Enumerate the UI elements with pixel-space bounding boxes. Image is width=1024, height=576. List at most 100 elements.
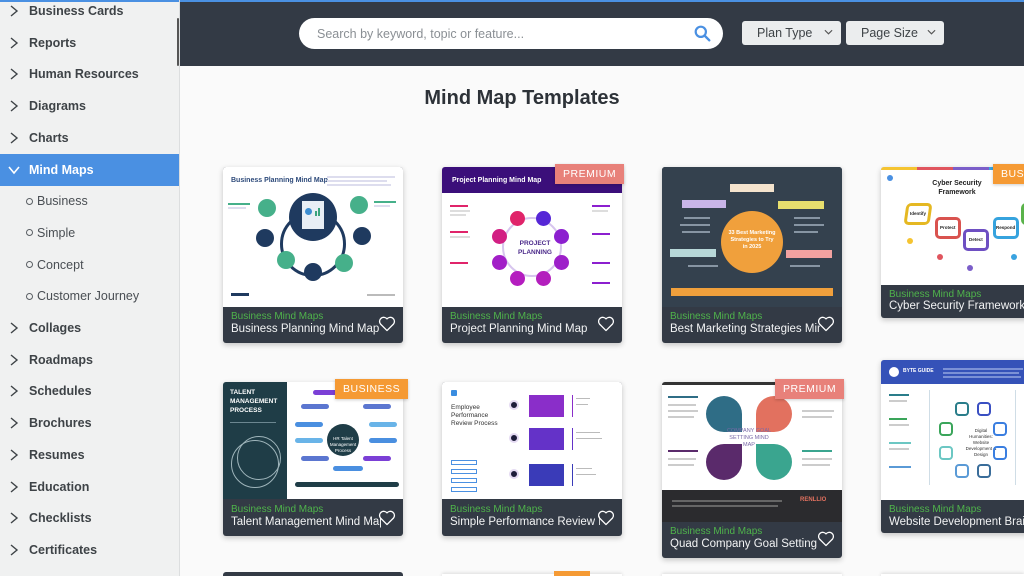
page-title: Mind Map Templates [424,87,620,109]
thumbnail-node-label: Detect [969,237,983,242]
thumbnail-title: Employee Performance Review Process [451,404,498,427]
sidebar-subitem-concept[interactable]: Concept [0,249,179,281]
template-title: Website Development Brainst... [889,516,1024,528]
sidebar-item-roadmaps[interactable]: Roadmaps [0,344,179,376]
sidebar-item-label: Education [29,479,90,494]
thumbnail-center-text: HR Talent Management Process [329,436,357,453]
sidebar-item-diagrams[interactable]: Diagrams [0,90,179,122]
sidebar-subitem-label: Customer Journey [37,289,140,304]
sidebar-item-label: Charts [29,130,69,145]
template-card[interactable]: Cyber Security Framework Identify Protec… [881,164,1024,318]
template-thumbnail: 33 Best Marketing Strategies to Try in 2… [662,167,842,307]
sidebar-item-label: Schedules [29,384,92,399]
sidebar-item-label: Reports [29,35,77,50]
circle-bullet-icon [26,292,33,300]
template-category: Business Mind Maps [889,504,982,515]
chevron-right-icon [0,449,28,461]
sidebar: Business Cards Reports Human Resources Diag… [0,0,180,576]
sidebar-item-human-resources[interactable]: Human Resources [0,58,179,90]
thumbnail-brand: RENLLIO [800,497,827,503]
sidebar-item-education[interactable]: Education [0,471,179,503]
sidebar-subitem-simple[interactable]: Simple [0,217,179,249]
sidebar-item-certificates[interactable]: Certificates [0,534,179,566]
sidebar-item-resumes[interactable]: Resumes [0,439,179,471]
heart-icon[interactable] [378,510,396,526]
chevron-down-icon [0,165,28,175]
sidebar-item-brochures[interactable]: Brochures [0,407,179,439]
template-title: Best Marketing Strategies Min... [670,323,820,335]
template-category: Business Mind Maps [231,504,324,515]
sidebar-item-label: Resumes [29,447,85,462]
sidebar-subitem-label: Concept [37,257,84,272]
chevron-right-icon [0,480,28,493]
thumbnail-center-text: PROJECT PLANNING [518,240,552,256]
page-size-dropdown[interactable]: Page Size [846,21,944,45]
chevron-right-icon [0,417,28,429]
heart-icon[interactable] [597,316,615,332]
sidebar-item-label: Collages [29,321,82,335]
template-title: Talent Management Mind Map [231,516,381,528]
thumbnail-center-text: 33 Best Marketing Strategies to Try in 2… [728,230,776,250]
search-bar[interactable] [299,18,723,49]
sidebar-item-label: Diagrams [29,99,86,114]
template-thumbnail: Cyber Security Framework Identify Protec… [881,167,1024,285]
business-badge-partial [554,571,590,576]
chevron-right-icon [0,5,28,17]
template-category: Business Mind Maps [450,504,543,515]
template-category: Business Mind Maps [670,526,763,537]
thumbnail-brand: BYTE GUIDE [903,368,934,374]
template-thumbnail: Business Planning Mind Map [223,167,403,307]
heart-icon[interactable] [378,316,396,332]
chevron-right-icon [0,385,28,397]
template-title: Simple Performance Review M... [450,516,600,528]
search-header: Plan Type Page Size [180,0,1024,66]
sidebar-subitem-customer-journey[interactable]: Customer Journey [0,280,179,312]
sidebar-item-schedules[interactable]: Schedules [0,375,179,407]
thumbnail-title: Business Planning Mind Map [231,177,328,184]
thumbnail-node-label: Respond [996,225,1016,230]
template-card[interactable]: COMPANY GOAL SETTING MIND MAP RENLLIO PR… [662,379,845,558]
template-card[interactable]: Business Planning Mind Map Business Mind… [223,167,403,343]
sidebar-item-label: Human Resources [29,67,139,82]
template-category: Business Mind Maps [670,311,763,322]
sidebar-item-checklists[interactable]: Checklists [0,502,179,534]
search-icon[interactable] [694,25,711,42]
thumbnail-title: Cyber Security Framework [932,180,982,196]
sidebar-item-business-cards[interactable]: Business Cards [0,0,179,27]
sidebar-item-mind-maps[interactable]: Mind Maps [0,153,179,186]
sidebar-item-reports[interactable]: Reports [0,27,179,59]
template-gallery: Mind Map Templates Business Planning Min… [180,66,1024,576]
premium-badge: PREMIUM [555,164,625,184]
template-card-partial[interactable] [223,572,403,576]
circle-bullet-icon [26,261,33,269]
template-card[interactable]: BYTE GUIDE Digital Humanities: Website D… [881,360,1024,533]
template-card[interactable]: 33 Best Marketing Strategies to Try in 2… [662,167,842,343]
template-category: Business Mind Maps [231,311,324,322]
heart-icon[interactable] [817,316,835,332]
thumbnail-title: TALENT MANAGEMENT PROCESS [230,389,278,414]
template-thumbnail: Employee Performance Review Process [442,382,622,499]
business-badge: BUSINESS [993,164,1024,184]
template-thumbnail: Project Planning Mind Map PROJECT PLANNI… [442,167,622,307]
sidebar-subitem-label: Business [37,194,88,209]
sidebar-item-charts[interactable]: Charts [0,122,179,154]
plan-type-label: Plan Type [757,26,813,40]
chevron-right-icon [0,354,28,366]
sidebar-item-label: Roadmaps [29,352,93,367]
template-card[interactable]: TALENT MANAGEMENT PROCESS HR Talent Mana… [223,379,409,536]
sidebar-item-collages[interactable]: Collages [0,312,179,344]
template-card[interactable]: Project Planning Mind Map PROJECT PLANNI… [442,164,625,343]
template-title: Quad Company Goal Setting ... [670,538,820,550]
search-input[interactable] [317,26,687,41]
thumbnail-title: Project Planning Mind Map [452,177,542,184]
template-card[interactable]: Employee Performance Review Process Busi… [442,382,622,536]
sidebar-subitem-business[interactable]: Business [0,185,179,217]
chevron-down-icon [824,29,833,35]
sidebar-item-label: Business Cards [29,4,124,18]
heart-icon[interactable] [817,531,835,547]
heart-icon[interactable] [597,510,615,526]
plan-type-dropdown[interactable]: Plan Type [742,21,841,45]
template-category: Business Mind Maps [889,289,982,300]
template-thumbnail: COMPANY GOAL SETTING MIND MAP RENLLIO [662,382,842,522]
template-title: Cyber Security Framework Min [889,300,1024,312]
